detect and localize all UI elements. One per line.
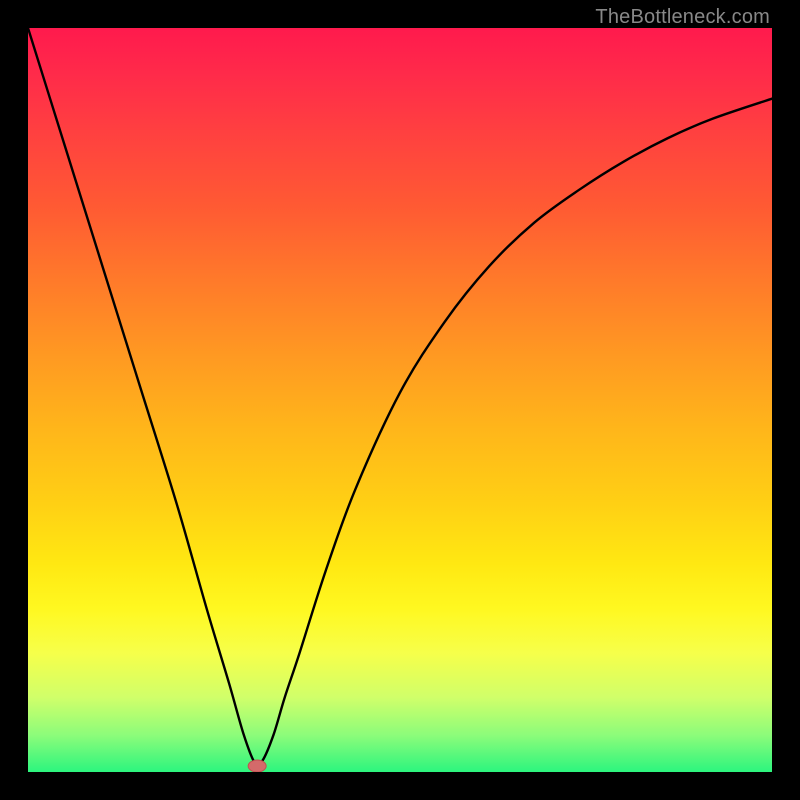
chart-frame: TheBottleneck.com: [0, 0, 800, 800]
bottleneck-chart: [28, 28, 772, 772]
plot-area: [28, 28, 772, 772]
attribution-text: TheBottleneck.com: [595, 6, 770, 29]
minimum-point-marker: [248, 760, 266, 772]
bottleneck-curve: [28, 28, 772, 766]
